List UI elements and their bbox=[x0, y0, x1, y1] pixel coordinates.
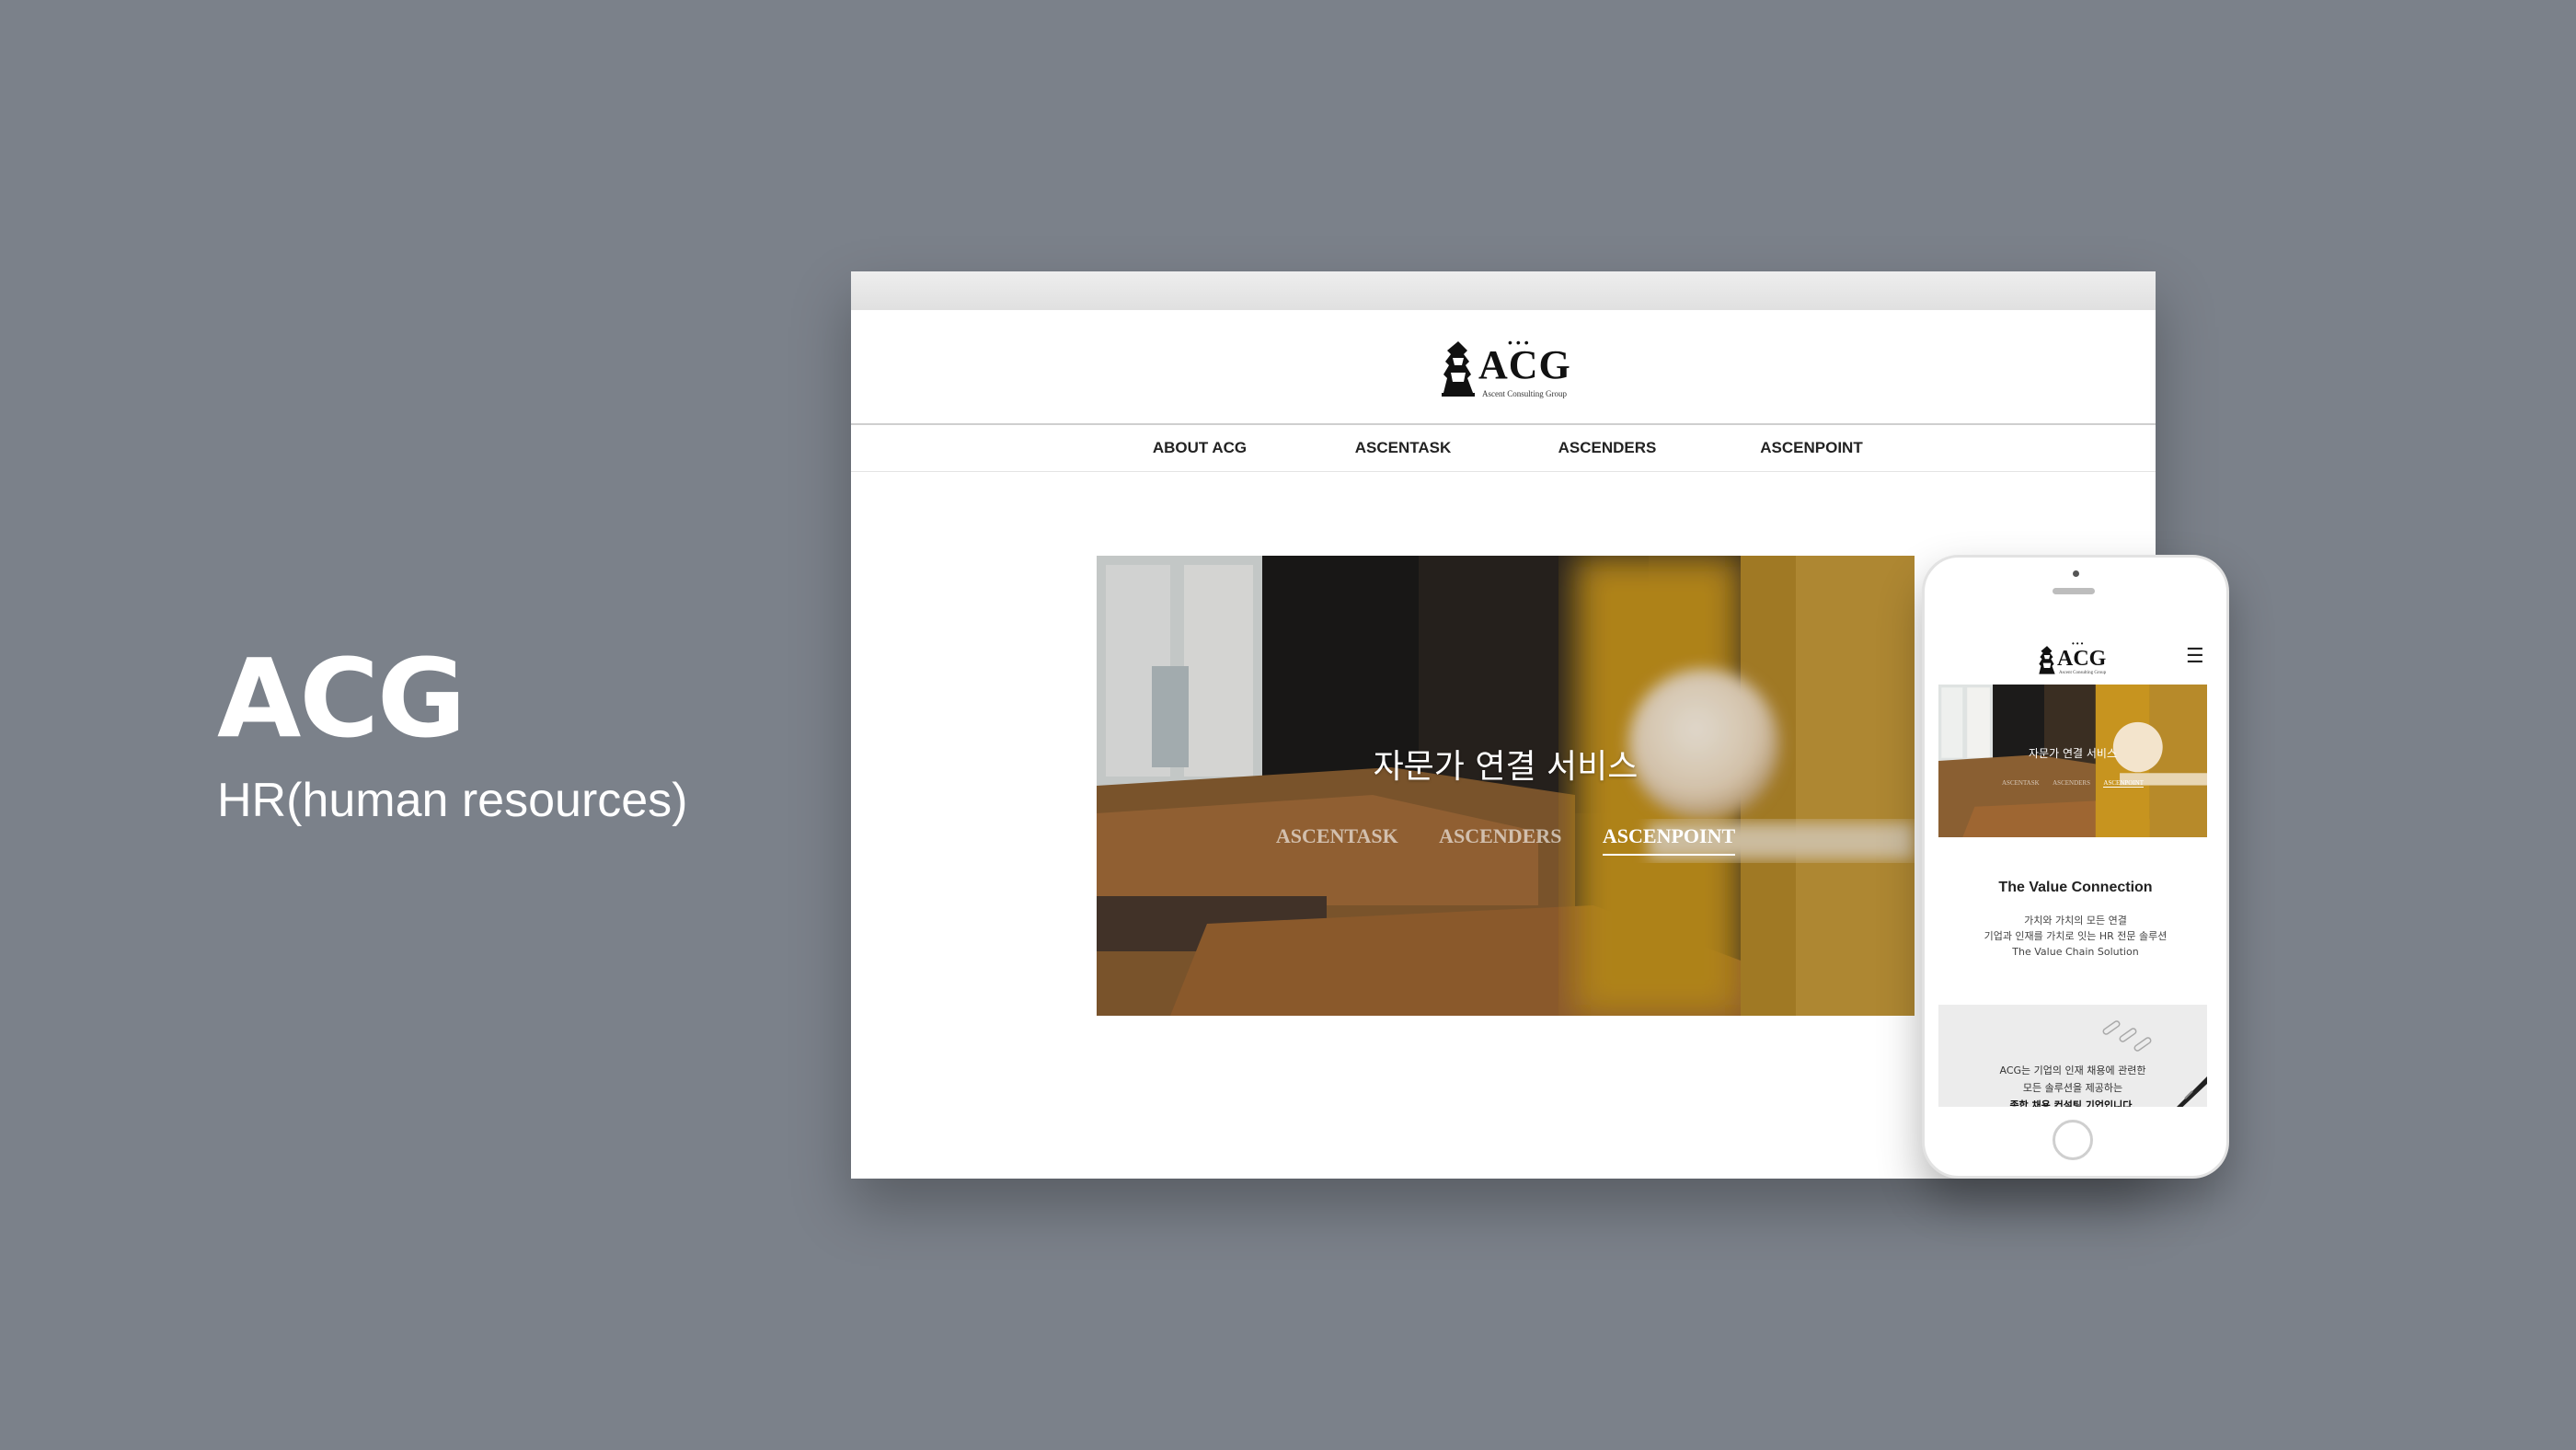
main-nav: ABOUT ACG ASCENTASK ASCENDERS ASCENPOINT bbox=[851, 423, 2156, 472]
mobile-logo[interactable]: ••• ACG Ascent Consulting Group bbox=[2037, 640, 2110, 681]
hero-title: 자문가 연결 서비스 bbox=[1373, 748, 1639, 786]
mobile-hero-link-ascenpoint[interactable]: ASCENPOINT bbox=[2103, 779, 2144, 788]
value-line: 기업과 인재를 가치로 잇는 HR 전문 솔루션 bbox=[1984, 930, 2168, 942]
phone-mockup: ••• ACG Ascent Consulting Group ☰ 자문가 연결… bbox=[1922, 555, 2229, 1179]
mobile-logo-tagline: Ascent Consulting Group bbox=[2059, 671, 2107, 675]
hamburger-menu-icon[interactable]: ☰ bbox=[2186, 646, 2204, 666]
value-line: The Value Chain Solution bbox=[2012, 946, 2139, 958]
mobile-logo-emblem-icon bbox=[2039, 646, 2055, 674]
intro-line: 모든 솔루션을 제공하는 bbox=[2022, 1082, 2123, 1094]
nav-item-ascenpoint[interactable]: ASCENPOINT bbox=[1760, 439, 1862, 457]
hero-link-ascenpoint[interactable]: ASCENPOINT bbox=[1602, 824, 1736, 856]
browser-toolbar bbox=[851, 271, 2156, 310]
site-logo[interactable]: ••• ACG Ascent Consulting Group bbox=[1440, 336, 1578, 402]
brand-title: ACG bbox=[217, 635, 466, 762]
nav-item-ascentask[interactable]: ASCENTASK bbox=[1355, 439, 1452, 457]
logo-emblem-icon bbox=[1442, 341, 1475, 397]
phone-speaker bbox=[2053, 588, 2095, 594]
intro-card: ACG는 기업의 인재 채용에 관련한 모든 솔루션을 제공하는 종합 채용 컨… bbox=[1938, 1005, 2207, 1107]
hero-links: ASCENTASK ASCENDERS ASCENPOINT bbox=[1097, 824, 1915, 856]
mobile-logo-text: ACG bbox=[2057, 647, 2107, 671]
value-line: 가치와 가치의 모든 연결 bbox=[2024, 915, 2127, 926]
mobile-hero-banner: 자문가 연결 서비스 ASCENTASK ASCENDERS ASCENPOIN… bbox=[1938, 685, 2207, 837]
nav-item-ascenders[interactable]: ASCENDERS bbox=[1558, 439, 1657, 457]
mobile-hero-title: 자문가 연결 서비스 bbox=[2029, 747, 2117, 760]
phone-screen: ••• ACG Ascent Consulting Group ☰ 자문가 연결… bbox=[1936, 631, 2215, 1107]
phone-camera bbox=[2073, 570, 2079, 577]
brand-caption: ACG HR(human resources) bbox=[217, 644, 688, 824]
mobile-hero-link-ascentask[interactable]: ASCENTASK bbox=[2002, 779, 2040, 787]
hero-link-ascentask[interactable]: ASCENTASK bbox=[1276, 824, 1398, 854]
intro-card-text: ACG는 기업의 인재 채용에 관련한 모든 솔루션을 제공하는 종합 채용 컨… bbox=[1938, 1062, 2207, 1107]
nav-item-about-acg[interactable]: ABOUT ACG bbox=[1153, 439, 1247, 457]
logo-tagline: Ascent Consulting Group bbox=[1482, 389, 1567, 398]
value-section-title: The Value Connection bbox=[1998, 880, 2153, 895]
intro-line: ACG는 기업의 인재 채용에 관련한 bbox=[1999, 1064, 2146, 1076]
brand-subtitle: HR(human resources) bbox=[217, 774, 688, 827]
value-section-text: 가치와 가치의 모든 연결 기업과 인재를 가치로 잇는 HR 전문 솔루션 T… bbox=[1936, 913, 2215, 960]
hero-link-ascenders[interactable]: ASCENDERS bbox=[1439, 824, 1561, 854]
mobile-hero-link-ascenders[interactable]: ASCENDERS bbox=[2053, 779, 2090, 787]
intro-line: 종합 채용 컨설팅 기업입니다. bbox=[2009, 1099, 2136, 1107]
mobile-hero-photo bbox=[1938, 685, 2207, 837]
mobile-hero-links: ASCENTASK ASCENDERS ASCENPOINT bbox=[1938, 773, 2207, 789]
logo-text: ACG bbox=[1478, 342, 1571, 387]
hero-banner: 자문가 연결 서비스 ASCENTASK ASCENDERS ASCENPOIN… bbox=[1097, 556, 1915, 1016]
phone-home-button[interactable] bbox=[2053, 1120, 2093, 1160]
